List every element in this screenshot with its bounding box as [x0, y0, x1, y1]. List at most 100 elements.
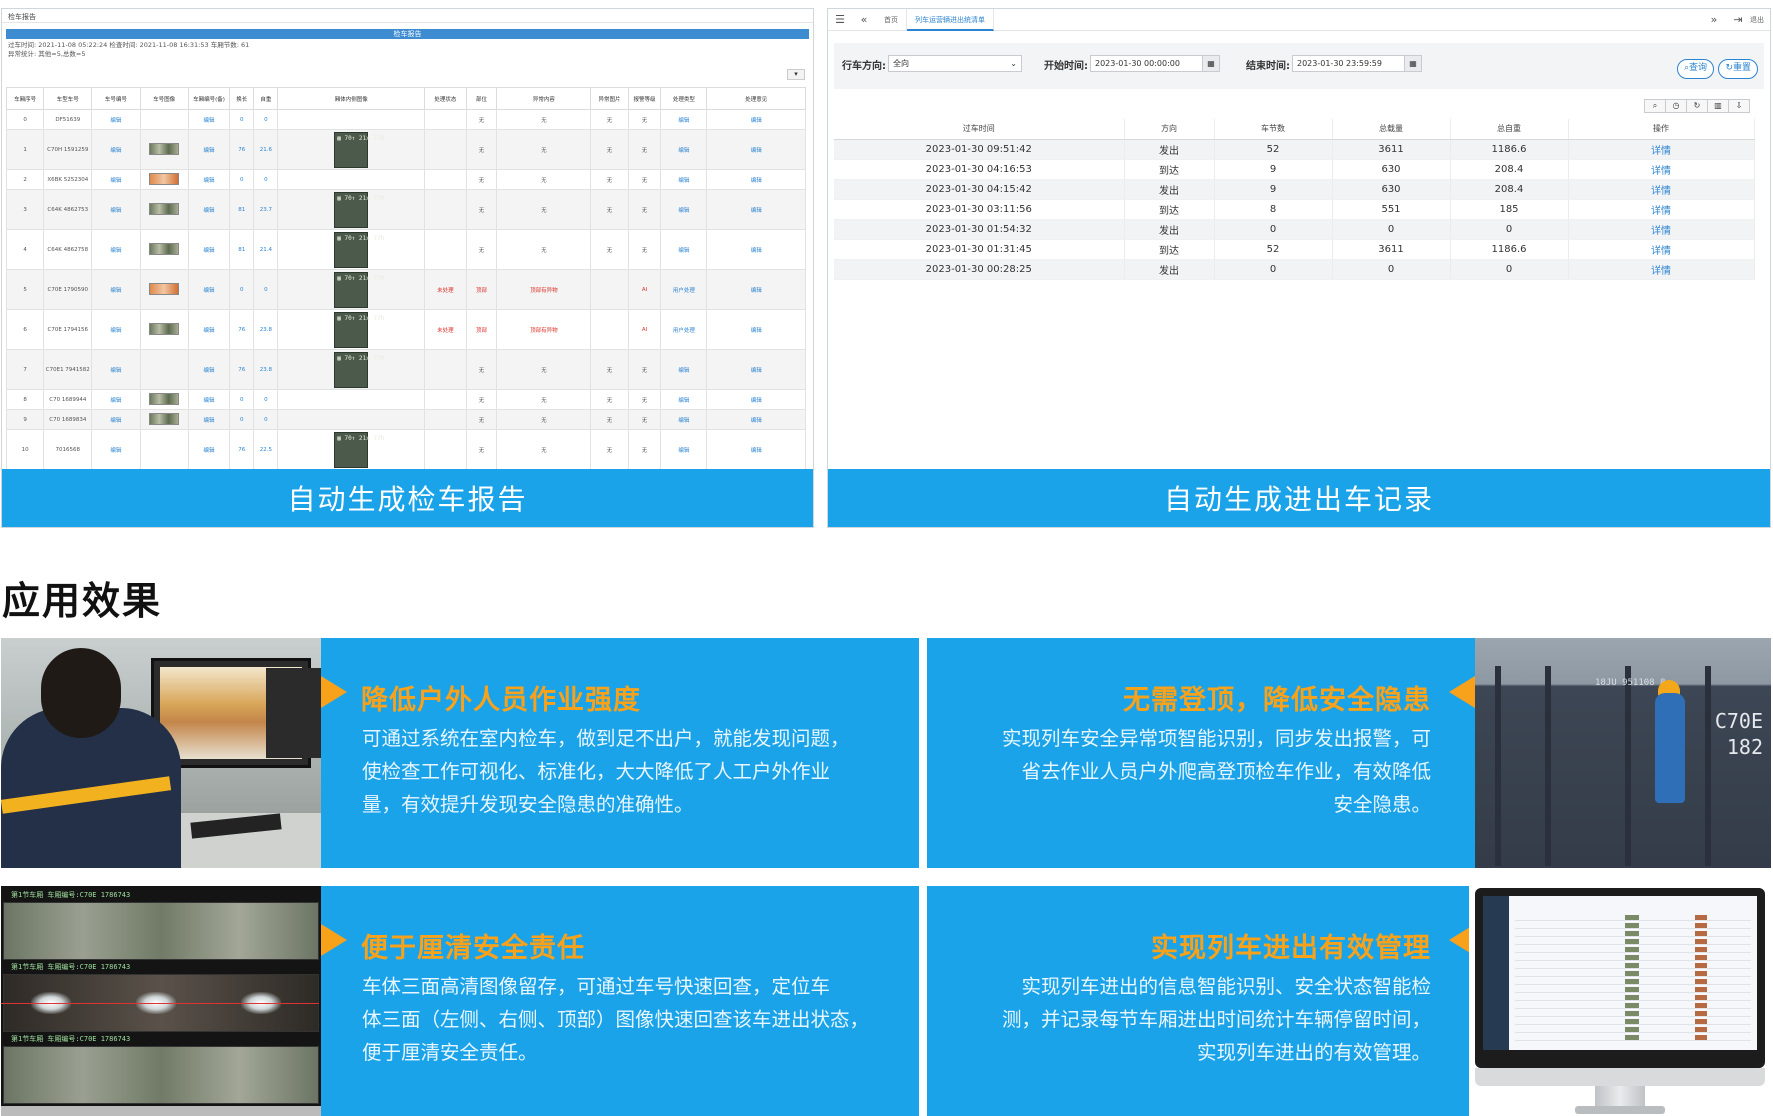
cell-type[interactable]: 编辑	[678, 418, 689, 424]
table-cell: 无	[627, 189, 662, 230]
cell-opinion[interactable]: 编辑	[751, 178, 762, 184]
cell-id2[interactable]: 编辑	[203, 448, 214, 454]
table-cell: 208.4	[1450, 179, 1569, 200]
cell-type[interactable]: 编辑	[678, 248, 689, 254]
cell-lvl: 无	[641, 247, 648, 254]
cell-id2[interactable]: 编辑	[203, 288, 214, 294]
cell-code[interactable]: 编辑	[110, 178, 121, 184]
cell-code[interactable]: 编辑	[110, 418, 121, 424]
tab-train-records[interactable]: 列车运营辆进出统清单	[907, 9, 994, 31]
tab-home[interactable]: 首页	[876, 9, 907, 31]
office-inspection-photo	[1, 638, 321, 868]
table-cell: 3611	[1332, 239, 1451, 260]
table-cell: 编辑	[91, 109, 141, 130]
end-time-input[interactable]: 2023-01-30 23:59:59	[1292, 55, 1405, 72]
cell-opinion[interactable]: 编辑	[751, 148, 762, 154]
cell-id2[interactable]: 编辑	[203, 208, 214, 214]
cell-code[interactable]: 编辑	[110, 148, 121, 154]
cell-code[interactable]: 编辑	[110, 118, 121, 124]
train-record-table: 过车时间 方向 车节数 总载量 总自重 操作 2023-01-30 09:51:42 发出 5…	[834, 119, 1755, 280]
export-icon[interactable]: ⇩	[1728, 99, 1750, 113]
table-cell: 630	[1332, 179, 1451, 200]
cell-type[interactable]: 编辑	[678, 368, 689, 374]
table-cell: 1	[5, 129, 45, 170]
detail-link[interactable]: 详情	[1568, 159, 1755, 180]
screen-row	[1515, 922, 1751, 929]
table-cell: C70E 1790590	[43, 269, 93, 310]
columns-icon[interactable]: ▥	[1707, 99, 1729, 113]
cell-opinion[interactable]: 编辑	[751, 208, 762, 214]
cell-code[interactable]: 编辑	[110, 208, 121, 214]
cell-lvl: 无	[641, 417, 648, 424]
cell-code[interactable]: 编辑	[110, 368, 121, 374]
detail-link[interactable]: 详情	[1568, 259, 1755, 280]
cell-opinion[interactable]: 编辑	[751, 248, 762, 254]
cell-type[interactable]: 编辑	[678, 448, 689, 454]
cell-opinion[interactable]: 编辑	[751, 328, 762, 334]
back-arrows-icon[interactable]: «	[852, 13, 876, 26]
query-button[interactable]: ⌕查询	[1676, 59, 1714, 79]
cell-code[interactable]: 编辑	[110, 398, 121, 404]
report-window-title: 检车报告	[2, 9, 813, 23]
cell-pic: 无	[606, 117, 613, 124]
cell-id2[interactable]: 编辑	[203, 248, 214, 254]
viewer-controls	[1, 1106, 321, 1116]
detail-link[interactable]: 详情	[1568, 239, 1755, 260]
reset-button[interactable]: ↻重置	[1718, 59, 1758, 79]
cell-opinion[interactable]: 编辑	[751, 118, 762, 124]
car-number-thumbnail	[139, 349, 189, 390]
cell-id2[interactable]: 编辑	[203, 148, 214, 154]
start-time-input[interactable]: 2023-01-30 00:00:00	[1090, 55, 1203, 72]
report-caption: 自动生成检车报告	[2, 469, 813, 527]
forward-arrows-icon[interactable]: »	[1702, 13, 1726, 26]
clock-icon[interactable]: ◷	[1665, 99, 1687, 113]
detail-link[interactable]: 详情	[1568, 219, 1755, 240]
cell-type[interactable]: 编辑	[678, 208, 689, 214]
menu-icon[interactable]: ☰	[828, 13, 852, 26]
desc-line: 实现列车安全异常项智能识别，同步发出报警，可	[1001, 727, 1431, 750]
calendar-icon[interactable]: ▦	[1404, 55, 1422, 72]
table-cell: 编辑	[660, 189, 708, 230]
cell-opinion[interactable]: 编辑	[751, 288, 762, 294]
cell-code[interactable]: 编辑	[110, 448, 121, 454]
cell-lvl: AI	[641, 326, 648, 333]
cell-id2[interactable]: 编辑	[203, 178, 214, 184]
export-menu-button[interactable]: ▾	[787, 69, 805, 80]
cell-id2[interactable]: 编辑	[203, 368, 214, 374]
train-record-panel: ☰ « 首页 列车运营辆进出统清单 » ⇥ 退出 行车方向: 全向 ⌄ 开始时间…	[827, 8, 1771, 528]
refresh-icon[interactable]: ↻	[1686, 99, 1708, 113]
table-cell: 无	[627, 389, 662, 410]
cell-code[interactable]: 编辑	[110, 328, 121, 334]
cell-id2[interactable]: 编辑	[203, 418, 214, 424]
cell-opinion[interactable]: 编辑	[751, 368, 762, 374]
cell-type[interactable]: 编辑	[678, 178, 689, 184]
cell-opinion[interactable]: 编辑	[751, 448, 762, 454]
car-side-image	[277, 409, 426, 430]
cell-id2[interactable]: 编辑	[203, 398, 214, 404]
detail-link[interactable]: 详情	[1568, 139, 1755, 160]
table-row: 2023-01-30 01:31:45 到达 52 3611 1186.6 详情	[834, 239, 1755, 260]
cell-type[interactable]: 用户处理	[673, 328, 695, 334]
exit-link[interactable]: 退出	[1750, 15, 1770, 25]
cell-code[interactable]: 编辑	[110, 248, 121, 254]
detail-link[interactable]: 详情	[1568, 179, 1755, 200]
cell-car: C70E1 7941582	[45, 366, 90, 373]
calendar-icon[interactable]: ▦	[1202, 55, 1220, 72]
search-icon[interactable]: ⌕	[1644, 99, 1666, 113]
cell-type[interactable]: 编辑	[678, 148, 689, 154]
table-cell: 2023-01-30 01:54:32	[834, 219, 1125, 240]
cell-type[interactable]: 编辑	[678, 398, 689, 404]
cell-id2[interactable]: 编辑	[203, 328, 214, 334]
cell-type[interactable]: 编辑	[678, 118, 689, 124]
direction-select[interactable]: 全向 ⌄	[888, 55, 1022, 72]
cell-id2[interactable]: 编辑	[203, 118, 214, 124]
detail-link[interactable]: 详情	[1568, 199, 1755, 220]
exit-icon[interactable]: ⇥	[1726, 13, 1750, 26]
cell-opinion[interactable]: 编辑	[751, 398, 762, 404]
table-row: 10 7016568 编辑 编辑 76 22.5 ▦ 70↑ 21x 77h 无 无 无 无 编辑 编辑	[5, 429, 806, 469]
table-cell: 0	[1214, 259, 1333, 280]
cell-opinion[interactable]: 编辑	[751, 418, 762, 424]
cell-type[interactable]: 用户处理	[673, 288, 695, 294]
cell-code[interactable]: 编辑	[110, 288, 121, 294]
cell-car: DF51639	[55, 116, 81, 123]
